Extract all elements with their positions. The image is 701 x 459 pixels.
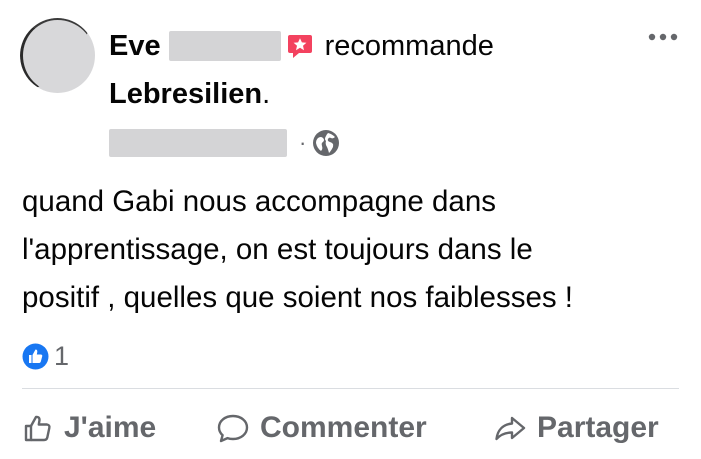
thumbs-up-icon (24, 415, 51, 442)
like-button[interactable]: J'aime (22, 403, 156, 453)
share-arrow-icon (495, 416, 526, 441)
reaction-summary[interactable]: 1 (22, 340, 69, 372)
redacted-timestamp (109, 129, 287, 157)
more-options-icon[interactable] (646, 28, 680, 46)
post-header: Eve recommande (109, 26, 494, 66)
author-avatar[interactable] (20, 18, 95, 93)
like-label: J'aime (64, 411, 157, 444)
actions-divider (22, 388, 679, 389)
post-body: quand Gabi nous accompagne dans l'appren… (22, 178, 692, 322)
post-body-line: quand Gabi nous accompagne dans (22, 185, 496, 218)
author-name[interactable]: Eve (109, 30, 161, 63)
post-body-line: l'apprentissage, on est toujours dans le (22, 233, 533, 266)
recommended-page-name[interactable]: Lebresilien. (109, 78, 270, 111)
comment-bubble-icon (217, 414, 249, 443)
share-button[interactable]: Partager (493, 403, 659, 453)
comment-label: Commenter (260, 411, 427, 444)
meta-separator: · (299, 130, 307, 155)
like-reaction-icon (22, 343, 49, 370)
share-label: Partager (537, 411, 659, 444)
post-actions-bar: J'aime Commenter Partager (0, 403, 701, 453)
post-body-line: positif , quelles que soient nos faibles… (22, 281, 573, 314)
redacted-surname (168, 31, 281, 61)
globe-icon[interactable] (312, 129, 340, 157)
page-name-period: . (262, 78, 271, 110)
recommend-star-icon (287, 33, 313, 59)
reaction-count: 1 (54, 340, 70, 371)
avatar-image (20, 18, 95, 93)
recommend-text: recommande (324, 29, 494, 62)
comment-button[interactable]: Commenter (216, 403, 427, 453)
post-meta: · (109, 127, 340, 159)
page-name-label[interactable]: Lebresilien (109, 78, 262, 110)
